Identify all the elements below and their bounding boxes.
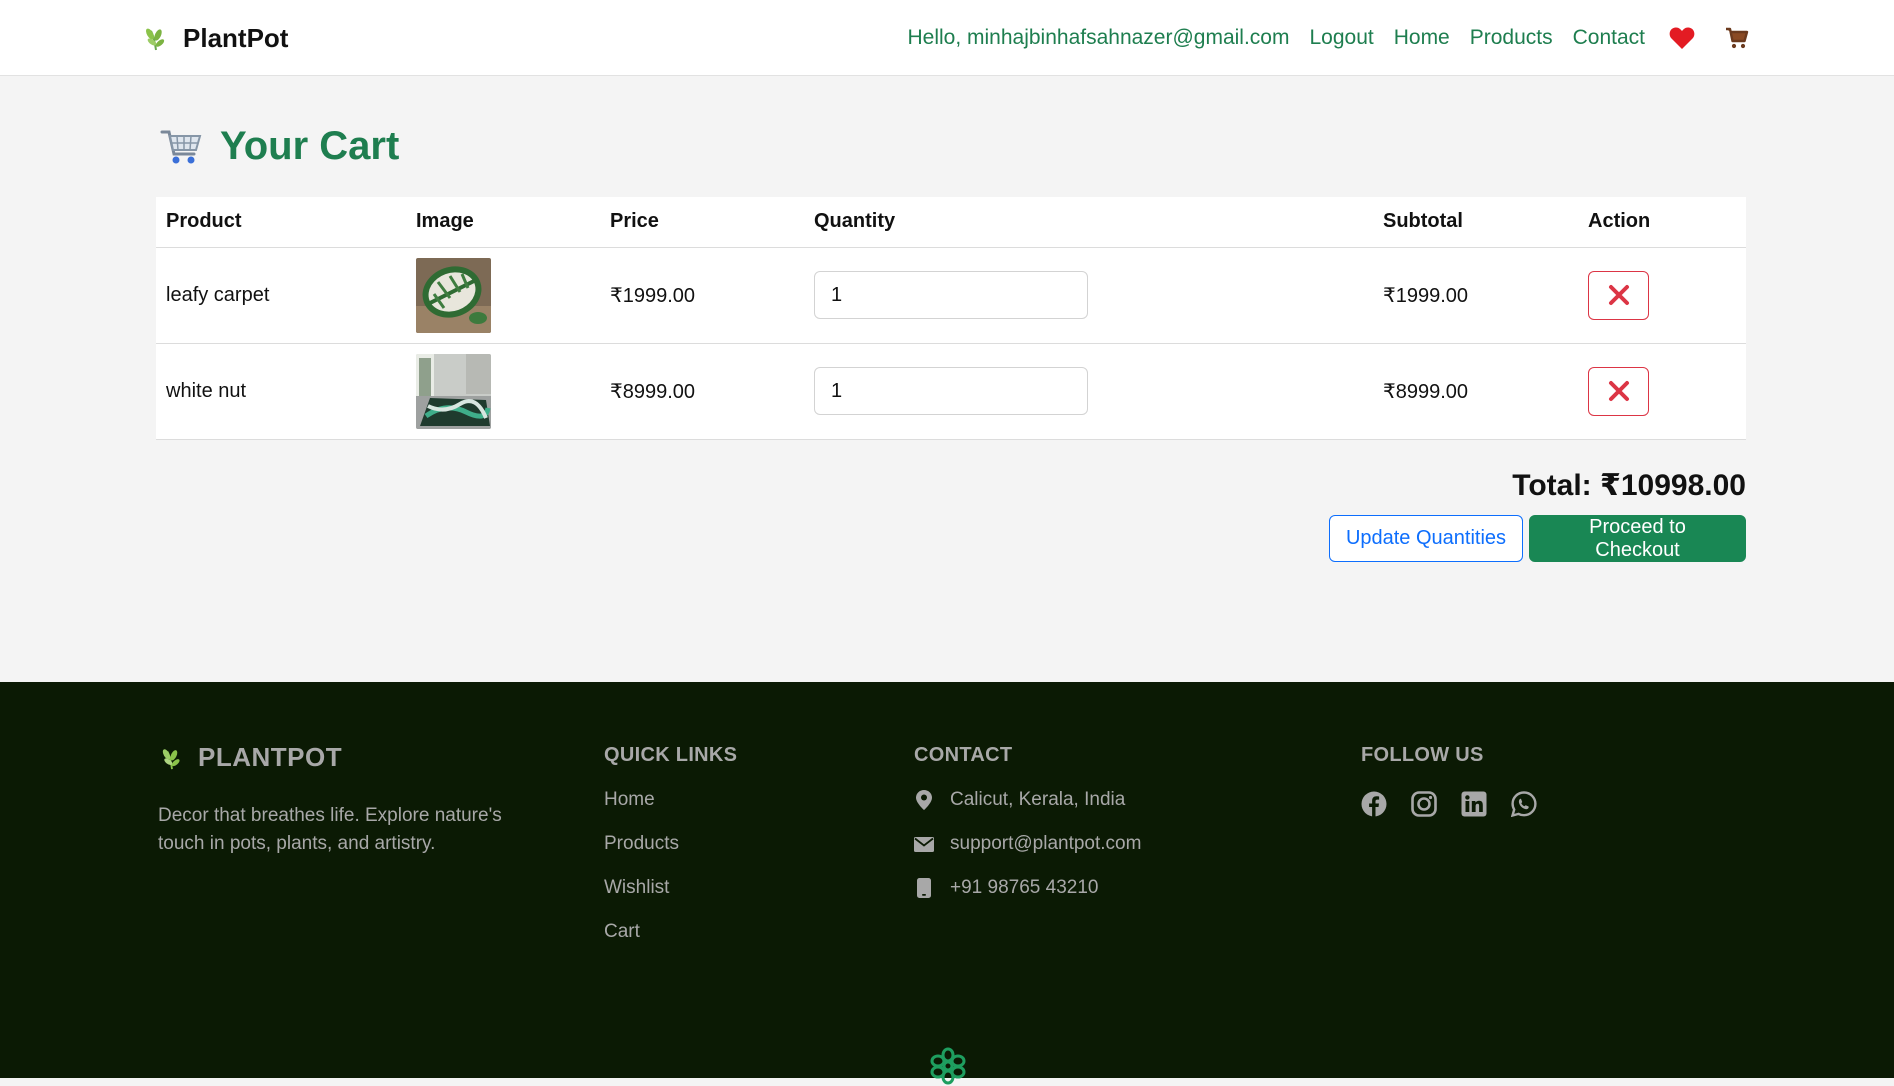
location-pin-icon	[916, 790, 932, 810]
product-subtotal: ₹8999.00	[1373, 343, 1578, 440]
cart-actions: Update Quantities Proceed to Checkout	[1329, 515, 1746, 562]
footer-link-products[interactable]: Products	[604, 833, 737, 855]
table-row: white nut ₹8999.00 ₹8999.00	[156, 343, 1746, 440]
brand-name: PlantPot	[183, 22, 289, 53]
nav-link-home[interactable]: Home	[1394, 26, 1450, 50]
contact-email: support@plantpot.com	[914, 833, 1141, 855]
footer-link-home[interactable]: Home	[604, 789, 737, 811]
contact-section: CONTACT Calicut, Kerala, India support@p…	[914, 744, 1141, 899]
contact-address: Calicut, Kerala, India	[914, 789, 1141, 811]
quick-links-heading: QUICK LINKS	[604, 744, 738, 766]
contact-phone-text[interactable]: +91 98765 43210	[950, 877, 1098, 899]
product-subtotal: ₹1999.00	[1373, 247, 1578, 344]
update-quantities-button[interactable]: Update Quantities	[1329, 515, 1523, 562]
column-header: Subtotal	[1373, 197, 1578, 248]
product-image[interactable]	[416, 353, 491, 429]
contact-address-text: Calicut, Kerala, India	[950, 789, 1126, 810]
contact-phone: +91 98765 43210	[914, 877, 1141, 899]
footer-link-wishlist[interactable]: Wishlist	[604, 877, 737, 899]
nav-link-contact[interactable]: Contact	[1573, 26, 1645, 50]
whatsapp-icon[interactable]	[1511, 791, 1537, 817]
cart-total: Total: ₹10998.00	[1512, 469, 1746, 502]
product-price: ₹8999.00	[600, 343, 804, 440]
phone-icon	[917, 878, 931, 898]
remove-item-button[interactable]	[1588, 270, 1649, 320]
leaf-logo-icon	[146, 28, 165, 51]
shopping-cart-icon	[160, 130, 202, 164]
cart-title: Your Cart	[220, 123, 400, 168]
quick-links: QUICK LINKS Home Products Wishlist Cart	[604, 744, 737, 943]
footer: PLANTPOT Decor that breathes life. Explo…	[0, 682, 1894, 1085]
instagram-icon[interactable]	[1411, 791, 1437, 817]
column-header: Product	[156, 197, 406, 248]
contact-heading: CONTACT	[914, 744, 1013, 766]
heart-icon	[1669, 27, 1695, 49]
linkedin-icon[interactable]	[1461, 791, 1487, 817]
contact-email-text[interactable]: support@plantpot.com	[950, 833, 1141, 855]
product-name: leafy carpet	[156, 247, 406, 344]
column-header: Image	[406, 197, 600, 248]
column-header: Action	[1578, 197, 1746, 248]
remove-item-button[interactable]	[1588, 366, 1649, 416]
product-name: white nut	[156, 343, 406, 440]
envelope-icon	[914, 836, 934, 852]
footer-description: Decor that breathes life. Explore nature…	[158, 805, 502, 854]
follow-heading: FOLLOW US	[1361, 744, 1484, 766]
navbar: PlantPot Hello, minhajbinhafsahnazer@gma…	[0, 0, 1894, 76]
cart-link[interactable]	[1725, 26, 1749, 50]
quantity-input[interactable]	[814, 367, 1088, 415]
footer-brand: PLANTPOT	[160, 742, 342, 773]
facebook-icon[interactable]	[1361, 791, 1387, 817]
column-header: Price	[600, 197, 804, 248]
close-icon	[1608, 381, 1629, 401]
cart-icon	[1726, 27, 1749, 49]
brand-logo[interactable]: PlantPot	[143, 18, 288, 58]
footer-brand-name: PLANTPOT	[198, 742, 343, 772]
table-header-row: Product Image Price Quantity Subtotal Ac…	[156, 197, 1746, 248]
page-title: Your Cart	[160, 118, 399, 174]
footer-link-cart[interactable]: Cart	[604, 921, 737, 943]
product-image[interactable]	[416, 257, 491, 333]
greeting-text: Hello, minhajbinhafsahnazer@gmail.com	[907, 26, 1290, 49]
checkout-button[interactable]: Proceed to Checkout	[1529, 515, 1746, 562]
close-icon	[1608, 285, 1629, 305]
product-price: ₹1999.00	[600, 247, 804, 344]
cart-table: Product Image Price Quantity Subtotal Ac…	[156, 197, 1746, 440]
quantity-input[interactable]	[814, 271, 1088, 319]
follow-section: FOLLOW US	[1361, 744, 1537, 817]
flower-icon	[930, 1047, 966, 1085]
wishlist-link[interactable]	[1669, 26, 1695, 50]
nav-links: Hello, minhajbinhafsahnazer@gmail.com Lo…	[907, 18, 1749, 58]
table-row: leafy carpet ₹1999.00 ₹1999.00	[156, 247, 1746, 344]
column-header: Quantity	[804, 197, 1373, 248]
leaf-logo-icon	[162, 748, 180, 769]
nav-link-logout[interactable]: Logout	[1309, 26, 1373, 50]
social-links	[1361, 791, 1537, 817]
nav-link-products[interactable]: Products	[1470, 26, 1553, 50]
